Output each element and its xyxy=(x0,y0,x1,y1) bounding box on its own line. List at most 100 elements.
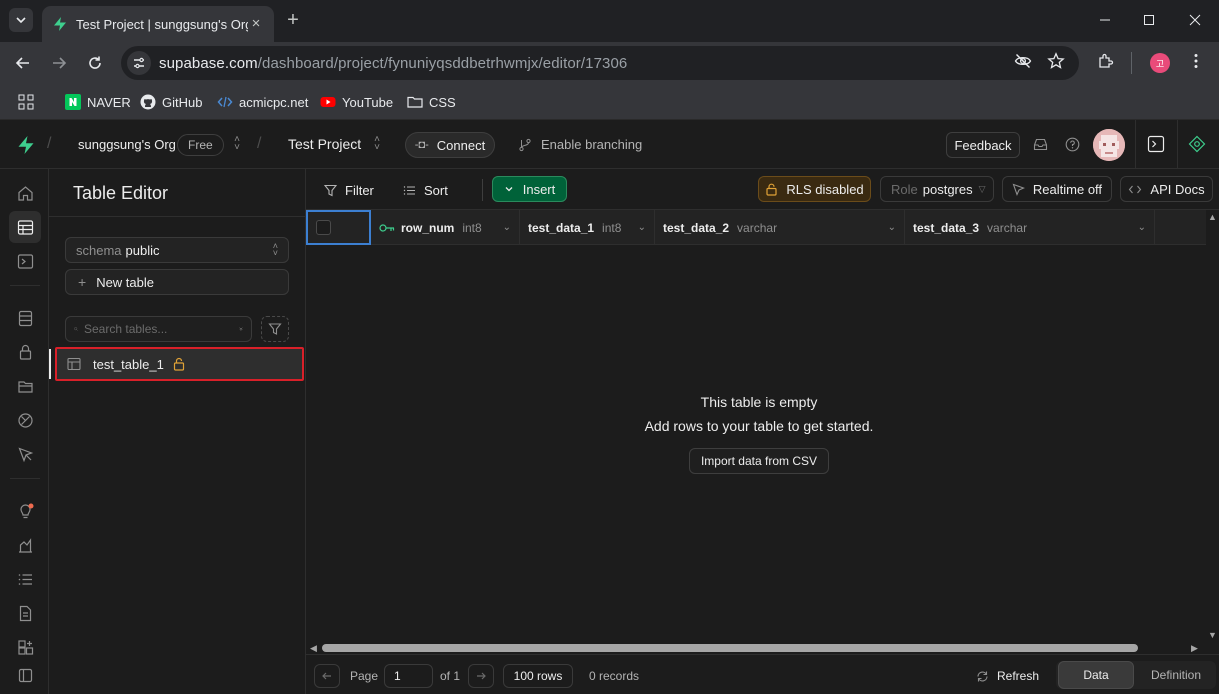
schema-select[interactable]: schema public ˄ ˅ xyxy=(65,237,289,263)
chevron-down-icon[interactable]: ⌄ xyxy=(1138,222,1146,233)
chevron-down-icon[interactable]: ⌄ xyxy=(503,222,511,233)
bookmark-star-icon[interactable] xyxy=(1046,51,1066,71)
rail-reports[interactable] xyxy=(9,529,41,561)
inbox-icon[interactable] xyxy=(1031,135,1049,153)
bookmark-acmicpc[interactable]: acmicpc.net xyxy=(217,92,308,112)
table-grid-area: Filter Sort Insert RLS disabled Role pos… xyxy=(306,169,1219,694)
rail-sql-editor[interactable] xyxy=(9,245,41,277)
import-csv-button[interactable]: Import data from CSV xyxy=(688,448,830,474)
site-info-icon[interactable] xyxy=(127,51,151,75)
scroll-left-arrow-icon[interactable]: ◀ xyxy=(310,643,317,654)
new-tab-button[interactable]: + xyxy=(284,10,302,30)
forward-button[interactable] xyxy=(47,51,71,75)
project-name[interactable]: Test Project xyxy=(288,136,361,152)
scroll-right-arrow-icon[interactable]: ▶ xyxy=(1191,643,1198,654)
chevron-down-icon[interactable]: ⌄ xyxy=(888,222,896,233)
column-header-test-data-1[interactable]: test_data_1 int8 ⌄ xyxy=(520,210,655,245)
help-icon[interactable] xyxy=(1063,135,1081,153)
connect-button[interactable]: -◘- Connect xyxy=(405,132,495,158)
next-page-button[interactable] xyxy=(468,664,494,688)
back-button[interactable] xyxy=(11,51,35,75)
extensions-icon[interactable] xyxy=(1096,51,1116,71)
apps-button[interactable] xyxy=(18,92,34,112)
browser-tab-active[interactable]: Test Project | sunggsung's Org × xyxy=(42,6,274,42)
previous-page-button[interactable] xyxy=(314,664,340,688)
filter-button[interactable]: Filter xyxy=(324,178,374,202)
column-header-test-data-2[interactable]: test_data_2 varchar ⌄ xyxy=(655,210,905,245)
address-bar[interactable]: supabase.com/dashboard/project/fynuniyqs… xyxy=(121,46,1079,80)
maximize-window-button[interactable] xyxy=(1126,0,1172,40)
sidebar-item-test-table-1[interactable]: test_table_1 xyxy=(55,347,304,381)
rail-table-editor[interactable] xyxy=(9,211,41,243)
assistant-diamond-icon[interactable] xyxy=(1188,135,1206,153)
select-all-checkbox[interactable] xyxy=(316,220,331,235)
bookmark-naver[interactable]: NAVER xyxy=(65,92,131,112)
rows-per-page-button[interactable]: 100 rows xyxy=(503,664,573,688)
insert-button[interactable]: Insert xyxy=(492,176,567,202)
minimize-window-button[interactable] xyxy=(1082,0,1128,40)
vertical-scrollbar[interactable]: ▲ ▼ xyxy=(1206,210,1219,643)
rail-database[interactable] xyxy=(9,302,41,334)
role-select[interactable]: Role postgres ▽ xyxy=(880,176,994,202)
close-tab-icon[interactable]: × xyxy=(248,16,264,32)
profile-avatar[interactable]: 고 xyxy=(1150,53,1170,73)
active-table-marker xyxy=(49,349,51,379)
rail-storage[interactable] xyxy=(9,370,41,402)
bookmarks-bar: NAVER GitHub acmicpc.net YouTube CSS xyxy=(0,84,1219,120)
realtime-off-button[interactable]: Realtime off xyxy=(1002,176,1112,202)
select-all-cell[interactable] xyxy=(306,210,371,245)
reload-button[interactable] xyxy=(83,51,107,75)
sql-terminal-icon[interactable] xyxy=(1147,135,1165,153)
api-docs-button[interactable]: API Docs xyxy=(1120,176,1213,202)
org-name[interactable]: sunggsung's Org xyxy=(78,137,176,152)
horizontal-scrollbar[interactable]: ◀ ▶ xyxy=(306,642,1212,654)
rail-logs[interactable] xyxy=(9,563,41,595)
chevrons-down-icon[interactable] xyxy=(239,323,243,335)
tab-definition[interactable]: Definition xyxy=(1138,661,1214,689)
scroll-down-arrow-icon[interactable]: ▼ xyxy=(1208,630,1217,640)
rail-advisors[interactable] xyxy=(9,495,41,527)
column-header-row-num[interactable]: row_num int8 ⌄ xyxy=(371,210,520,245)
close-window-button[interactable] xyxy=(1172,0,1218,40)
horizontal-scroll-thumb[interactable] xyxy=(322,644,1138,652)
browser-menu-icon[interactable] xyxy=(1186,51,1206,71)
bookmark-github[interactable]: GitHub xyxy=(140,92,202,112)
rail-authentication[interactable] xyxy=(9,336,41,368)
column-header-test-data-3[interactable]: test_data_3 varchar ⌄ xyxy=(905,210,1155,245)
list-icon xyxy=(18,573,32,585)
document-icon xyxy=(19,605,31,621)
unlocked-lock-icon xyxy=(766,183,777,196)
cursor-icon xyxy=(1012,183,1025,196)
org-switcher-chevron-icon[interactable]: ˄ ˅ xyxy=(231,135,243,153)
rail-home[interactable] xyxy=(9,177,41,209)
project-switcher-chevron-icon[interactable]: ˄ ˅ xyxy=(371,135,383,153)
schema-value: public xyxy=(125,242,160,258)
add-column-header[interactable] xyxy=(1155,210,1206,245)
bookmark-youtube[interactable]: YouTube xyxy=(320,92,393,112)
user-avatar[interactable] xyxy=(1093,129,1125,161)
enable-branching-button[interactable]: Enable branching xyxy=(518,137,642,152)
supabase-logo-icon[interactable] xyxy=(16,135,36,155)
rls-disabled-button[interactable]: RLS disabled xyxy=(758,176,871,202)
refresh-button[interactable]: Refresh xyxy=(976,669,1039,683)
scroll-up-arrow-icon[interactable]: ▲ xyxy=(1208,212,1217,222)
chevron-down-icon xyxy=(505,187,513,192)
rail-edge-functions[interactable] xyxy=(9,404,41,436)
page-number-input[interactable] xyxy=(384,664,433,688)
filter-tables-button[interactable] xyxy=(261,316,289,342)
tab-data[interactable]: Data xyxy=(1058,661,1134,689)
feedback-button[interactable]: Feedback xyxy=(946,132,1020,158)
tab-search-button[interactable] xyxy=(9,8,33,32)
eye-off-icon[interactable] xyxy=(1013,51,1033,71)
rail-api-docs[interactable] xyxy=(9,597,41,629)
bookmark-css-folder[interactable]: CSS xyxy=(407,92,456,112)
sort-label: Sort xyxy=(424,182,448,198)
rail-realtime[interactable] xyxy=(9,438,41,470)
chevron-down-icon: ▽ xyxy=(978,183,986,194)
search-tables-input[interactable] xyxy=(84,322,239,336)
sort-button[interactable]: Sort xyxy=(403,178,448,202)
new-table-button[interactable]: + New table xyxy=(65,269,289,295)
chevron-down-icon[interactable]: ⌄ xyxy=(638,222,646,233)
page-count-label: of 1 xyxy=(440,669,461,683)
rail-collapse[interactable] xyxy=(9,659,41,691)
